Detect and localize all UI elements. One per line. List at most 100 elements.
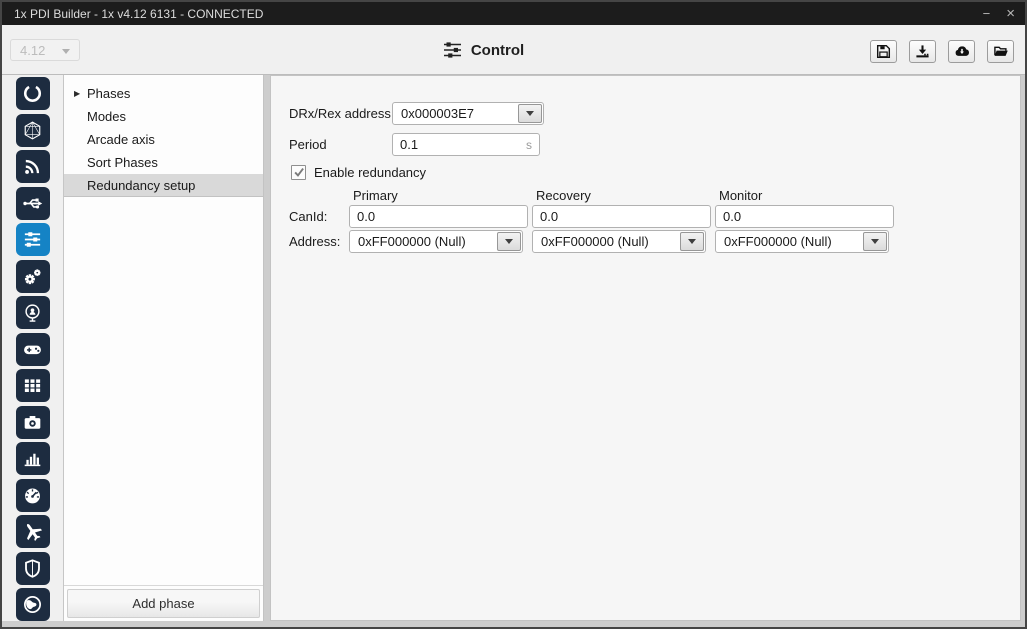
column-header-monitor: Monitor xyxy=(715,188,898,203)
floppy-disk-icon xyxy=(876,44,891,59)
drx-dropdown-button[interactable] xyxy=(518,104,542,123)
tree-item-label: Redundancy setup xyxy=(87,178,195,193)
canid-recovery-field xyxy=(532,205,711,228)
sidebar-item-gamepad[interactable] xyxy=(16,333,50,366)
sidebar-item-usb[interactable] xyxy=(16,187,50,220)
globe-icon xyxy=(22,594,43,615)
canid-label: CanId: xyxy=(289,209,349,224)
page-title-text: Control xyxy=(471,42,524,59)
bar-chart-icon xyxy=(22,448,43,469)
sliders-icon xyxy=(22,229,43,250)
enable-redundancy-row: Enable redundancy xyxy=(291,164,1020,180)
import-button[interactable] xyxy=(909,40,936,63)
column-header-primary: Primary xyxy=(349,188,532,203)
tree-item-label: Arcade axis xyxy=(87,132,155,147)
phase-tree: ▶ Phases Modes Arcade axis Sort Phases R… xyxy=(64,75,263,586)
canid-recovery-input[interactable] xyxy=(540,209,703,224)
canid-primary-input[interactable] xyxy=(357,209,520,224)
sidebar-item-plane[interactable] xyxy=(16,515,50,548)
drx-address-row: DRx/Rex address 0x000003E7 xyxy=(289,102,1020,125)
download-tray-icon xyxy=(915,44,930,59)
address-primary-select[interactable]: 0xFF000000 (Null) xyxy=(349,230,523,253)
expand-arrow-icon[interactable]: ▶ xyxy=(74,82,80,105)
add-phase-button[interactable]: Add phase xyxy=(67,589,260,618)
chevron-down-icon xyxy=(871,239,879,244)
address-primary-dropdown-button[interactable] xyxy=(497,232,521,251)
redundancy-table: Primary Recovery Monitor CanId: xyxy=(289,188,1020,253)
shield-icon xyxy=(22,558,43,579)
canid-recovery-cell xyxy=(532,205,715,228)
chevron-down-icon xyxy=(688,239,696,244)
gamepad-icon xyxy=(22,339,43,360)
period-label: Period xyxy=(289,137,392,152)
sidebar-item-camera[interactable] xyxy=(16,406,50,439)
tree-item-modes[interactable]: Modes xyxy=(64,105,263,128)
sidebar-item-grid[interactable] xyxy=(16,369,50,402)
save-button[interactable] xyxy=(870,40,897,63)
usb-icon xyxy=(22,193,43,214)
address-recovery-cell: 0xFF000000 (Null) xyxy=(532,230,715,253)
address-primary-value: 0xFF000000 (Null) xyxy=(351,234,497,249)
period-field: s xyxy=(392,133,540,156)
canid-row: CanId: xyxy=(289,205,1020,228)
open-folder-icon xyxy=(993,44,1009,59)
canid-primary-field xyxy=(349,205,528,228)
chevron-down-icon xyxy=(505,239,513,244)
close-button[interactable]: × xyxy=(1006,6,1015,21)
sidebar-item-gears[interactable] xyxy=(16,260,50,293)
plane-icon xyxy=(22,521,43,542)
podcast-icon xyxy=(22,302,43,323)
sidebar-item-ring[interactable] xyxy=(16,77,50,110)
tree-item-label: Modes xyxy=(87,109,126,124)
camera-icon xyxy=(22,412,43,433)
tree-item-sort-phases[interactable]: Sort Phases xyxy=(64,151,263,174)
cloud-download-icon xyxy=(954,44,970,59)
address-monitor-dropdown-button[interactable] xyxy=(863,232,887,251)
address-monitor-cell: 0xFF000000 (Null) xyxy=(715,230,898,253)
minimize-button[interactable]: − xyxy=(983,7,991,20)
address-recovery-value: 0xFF000000 (Null) xyxy=(534,234,680,249)
sidebar-item-podcast[interactable] xyxy=(16,296,50,329)
address-row: Address: 0xFF000000 (Null) 0xFF000000 (N… xyxy=(289,230,1020,253)
toolbar: 4.12 Control xyxy=(2,25,1025,75)
tree-item-phases[interactable]: ▶ Phases xyxy=(64,82,263,105)
enable-redundancy-checkbox[interactable] xyxy=(291,165,306,180)
tree-panel: ▶ Phases Modes Arcade axis Sort Phases R… xyxy=(64,75,264,621)
column-header-recovery: Recovery xyxy=(532,188,715,203)
titlebar: 1x PDI Builder - 1x v4.12 6131 - CONNECT… xyxy=(2,2,1025,25)
rss-icon xyxy=(22,156,43,177)
sliders-icon xyxy=(443,42,462,59)
open-file-button[interactable] xyxy=(987,40,1014,63)
sidebar-item-gauge[interactable] xyxy=(16,479,50,512)
sidebar-item-rss[interactable] xyxy=(16,150,50,183)
sidebar-item-globe[interactable] xyxy=(16,588,50,621)
address-primary-cell: 0xFF000000 (Null) xyxy=(349,230,532,253)
content-area: ▶ Phases Modes Arcade axis Sort Phases R… xyxy=(2,75,1025,627)
address-recovery-dropdown-button[interactable] xyxy=(680,232,704,251)
tree-item-redundancy-setup[interactable]: Redundancy setup xyxy=(64,174,263,197)
grid-icon xyxy=(22,375,43,396)
enable-redundancy-label: Enable redundancy xyxy=(314,165,426,180)
drx-address-label: DRx/Rex address xyxy=(289,106,392,121)
gears-icon xyxy=(22,266,43,287)
sidebar-item-hexagon-mesh[interactable] xyxy=(16,114,50,147)
address-recovery-select[interactable]: 0xFF000000 (Null) xyxy=(532,230,706,253)
canid-monitor-field xyxy=(715,205,894,228)
period-row: Period s xyxy=(289,133,1020,156)
sidebar-item-control[interactable] xyxy=(16,223,50,256)
app-window: 1x PDI Builder - 1x v4.12 6131 - CONNECT… xyxy=(0,0,1027,629)
canid-primary-cell xyxy=(349,205,532,228)
period-input[interactable] xyxy=(400,137,526,152)
cloud-download-button[interactable] xyxy=(948,40,975,63)
address-monitor-value: 0xFF000000 (Null) xyxy=(717,234,863,249)
tree-item-arcade-axis[interactable]: Arcade axis xyxy=(64,128,263,151)
tree-item-label: Sort Phases xyxy=(87,155,158,170)
canid-monitor-cell xyxy=(715,205,898,228)
period-unit: s xyxy=(526,138,532,152)
sidebar-item-shield[interactable] xyxy=(16,552,50,585)
drx-address-value: 0x000003E7 xyxy=(394,106,518,121)
canid-monitor-input[interactable] xyxy=(723,209,886,224)
sidebar-item-bar-chart[interactable] xyxy=(16,442,50,475)
drx-address-select[interactable]: 0x000003E7 xyxy=(392,102,544,125)
address-monitor-select[interactable]: 0xFF000000 (Null) xyxy=(715,230,889,253)
